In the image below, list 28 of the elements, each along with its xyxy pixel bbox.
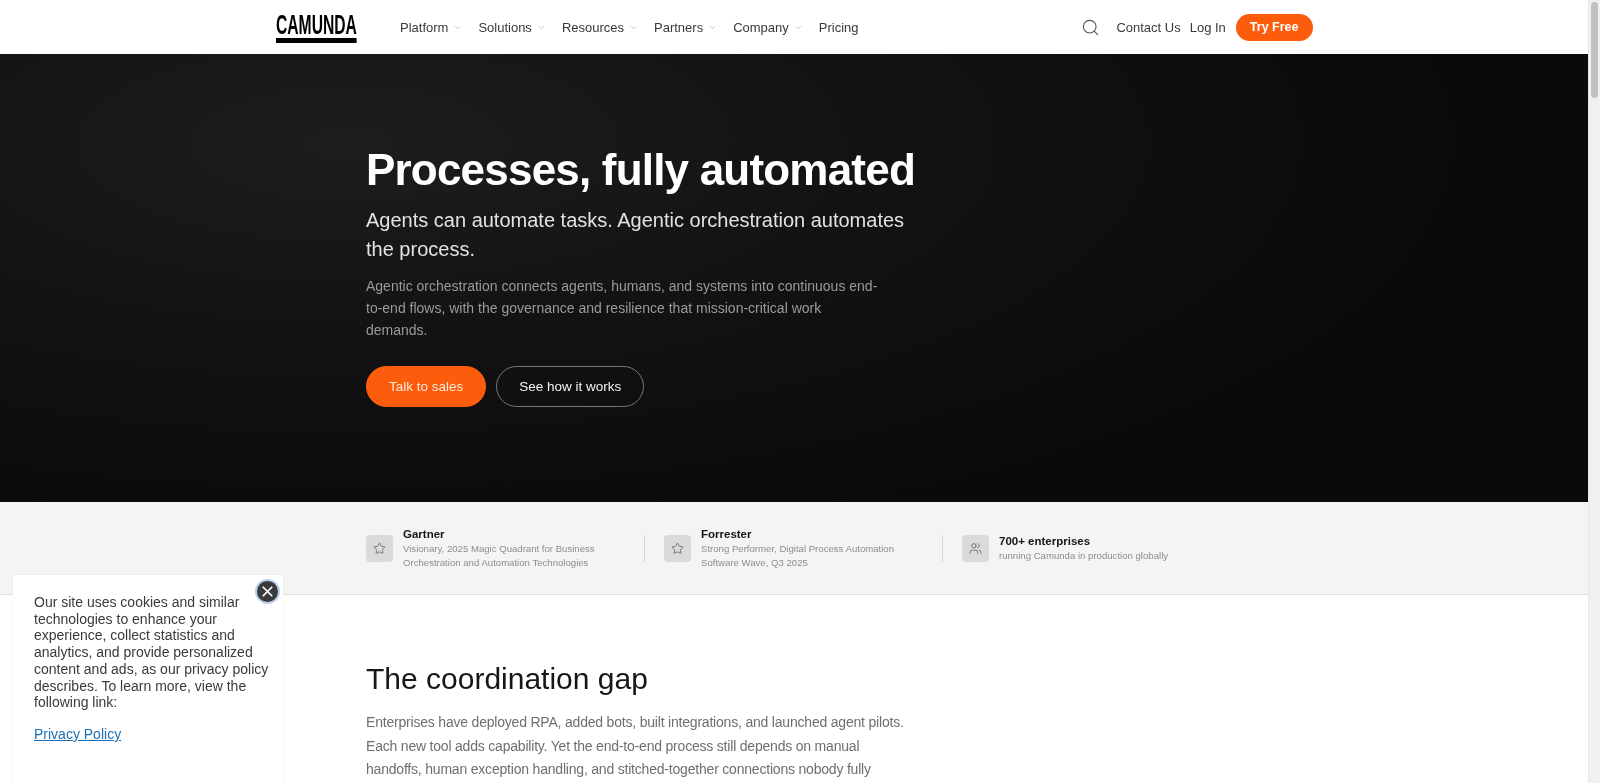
search-button[interactable] — [1081, 17, 1101, 37]
hero-title: Processes, fully automated — [366, 146, 915, 194]
nav-menu-item[interactable]: Solutions — [478, 19, 546, 35]
logo[interactable]: CAMUNDA — [275, 13, 357, 43]
recognition-title: 700+ enterprises — [999, 533, 1092, 549]
nav-menu-item[interactable]: Partners — [654, 19, 718, 35]
close-button[interactable] — [255, 579, 280, 604]
nav-menu-item[interactable]: Platform — [400, 19, 463, 35]
nav-link[interactable]: Contact Us — [1116, 19, 1181, 35]
nav-link[interactable]: Log In — [1189, 19, 1226, 35]
recognition-text: Visionary, 2025 Magic Quadrant for Business Orchestration and Automation Technologies — [403, 541, 596, 570]
section-heading: The coordination gap — [366, 661, 648, 697]
hero-description: Agentic orchestration connects agents, humans, and systems into continuous end-to-end flows, with the governance and resilience that mission-critical work demands. — [366, 277, 879, 340]
scrollbar-thumb[interactable] — [1591, 2, 1598, 98]
people-icon — [962, 534, 989, 562]
search-icon — [1081, 17, 1101, 37]
section-paragraph: Enterprises have deployed RPA, added bots, built integrations, and launched agent pilots. Each new tool adds capability. Yet the end-to-end process still depends on manual handoffs, human exception handling, and stitched-together connections nobody fully — [366, 713, 905, 779]
cookie-notice-text: Our site uses cookies and similar technologies to enhance your experience, collect statistics and analytics, and provide personalized content and ads, as our privacy policy describes. To learn more, view the following link: — [34, 594, 270, 711]
nav-menu-item[interactable]: Company — [733, 19, 803, 35]
nav-menu-item[interactable]: Resources — [561, 19, 638, 35]
close-icon — [259, 583, 276, 600]
recognition-text: running Camunda in production globally — [999, 548, 1170, 563]
recognition-text: Strong Performer, Digital Process Automation Software Wave, Q3 2025 — [701, 541, 896, 570]
hero-subtitle: Agents can automate tasks. Agentic orchestration automates the process. — [366, 208, 906, 262]
nav-menu-item[interactable]: Pricing — [818, 19, 859, 35]
recognition-title: Gartner — [403, 526, 446, 542]
privacy-policy-link[interactable]: Privacy Policy — [34, 725, 122, 743]
recognition-title: Forrester — [701, 526, 753, 542]
